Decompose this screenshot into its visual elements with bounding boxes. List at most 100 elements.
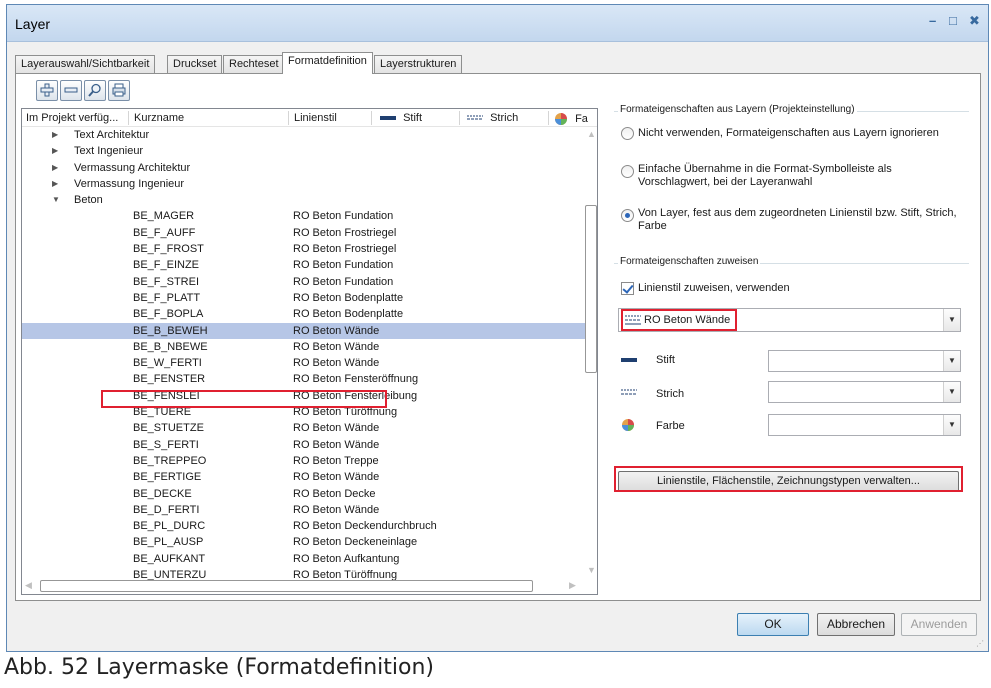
col-im-projekt[interactable]: Im Projekt verfüg... [26,112,118,124]
layer-row[interactable]: BE_MAGER RO Beton Fundation [22,208,597,224]
vertical-scrollbar[interactable]: ▲ ▼ [584,127,597,577]
layer-row[interactable]: BE_F_PLATT RO Beton Bodenplatte [22,290,597,306]
scroll-left-icon[interactable]: ◀ [25,580,32,591]
layer-linienstil: RO Beton Deckendurchbruch [293,520,437,533]
resize-grip-icon[interactable]: ⋰ [976,639,984,648]
layer-row[interactable]: BE_STUETZE RO Beton Wände [22,420,597,436]
layer-row[interactable]: BE_FERTIGE RO Beton Wände [22,469,597,485]
radio-von-layer[interactable] [621,209,634,222]
tab-druckset[interactable]: Druckset [167,55,223,74]
layer-row[interactable]: BE_D_FERTI RO Beton Wände [22,502,597,518]
col-farbe[interactable]: Fa [554,112,588,126]
expand-arrow-icon[interactable]: ▶ [52,127,58,143]
scroll-right-icon[interactable]: ▶ [569,580,576,591]
tab-formatdefinition[interactable]: Formatdefinition [282,52,373,74]
radio-von-layer-label: Von Layer, fest aus dem zugeordneten Lin… [638,207,957,232]
vertical-scroll-thumb[interactable] [585,205,597,373]
dialog-title: Layer [15,16,51,32]
horizontal-scroll-thumb[interactable] [40,580,533,592]
layer-row[interactable]: BE_B_BEWEH RO Beton Wände [22,322,597,339]
farbe-select[interactable]: ▼ [768,414,961,436]
tab-layerauswahl[interactable]: Layerauswahl/Sichtbarkeit [15,55,156,74]
group-label: Text Architektur [74,129,150,141]
group-label: Beton [74,194,103,207]
layer-row[interactable]: BE_S_FERTI RO Beton Wände [22,437,597,453]
layer-row[interactable]: BE_F_EINZE RO Beton Fundation [22,257,597,273]
print-button[interactable] [108,80,130,101]
layer-kurzname: BE_F_AUFF [133,226,196,239]
group-row[interactable]: ▶ Text Ingenieur [22,143,597,159]
printer-icon [112,83,126,97]
linienstil-checkbox[interactable] [621,282,634,295]
tab-layerstrukturen[interactable]: Layerstrukturen [374,55,463,74]
layer-row[interactable]: BE_TUERE RO Beton Türöffnung [22,404,597,420]
minimize-button[interactable]: – [929,14,936,28]
col-stift[interactable]: Stift [380,112,422,124]
search-button[interactable] [84,80,106,101]
radio-einfache-uebernahme-label: Einfache Übernahme in die Format-Symboll… [638,163,892,188]
layer-row[interactable]: BE_F_BOPLA RO Beton Bodenplatte [22,306,597,322]
strich-select[interactable]: ▼ [768,381,961,403]
stift-label: Stift [656,354,675,366]
layer-kurzname: BE_F_STREI [133,275,200,288]
expand-arrow-icon[interactable]: ▶ [52,160,58,176]
col-strich[interactable]: Strich [467,112,518,124]
chevron-down-icon[interactable]: ▼ [943,382,960,402]
radio-nicht-verwenden[interactable] [621,127,634,140]
layer-row[interactable]: BE_FENSTER RO Beton Fensteröffnung [22,371,597,387]
layer-row[interactable]: BE_W_FERTI RO Beton Wände [22,355,597,371]
manage-styles-button[interactable]: Linienstile, Flächenstile, Zeichnungstyp… [618,471,959,492]
radio-einfache-uebernahme[interactable] [621,165,634,178]
title-bar: Layer – □ ✖ [7,5,988,42]
cancel-button[interactable]: Abbrechen [817,613,895,636]
remove-layer-button[interactable] [60,80,82,101]
scroll-up-icon[interactable]: ▲ [587,129,596,139]
expand-arrow-icon[interactable]: ▶ [52,176,58,192]
expand-arrow-icon[interactable]: ▶ [52,143,58,159]
group-row[interactable]: ▼ Beton [22,192,597,208]
maximize-button[interactable]: □ [949,14,957,28]
chevron-down-icon[interactable]: ▼ [943,415,960,435]
collapse-arrow-icon[interactable]: ▼ [52,192,60,208]
chevron-down-icon[interactable]: ▼ [943,309,960,331]
col-separator [459,111,460,125]
ok-button[interactable]: OK [737,613,809,636]
pen-thickness-icon [621,358,637,362]
layer-linienstil: RO Beton Fensteröffnung [293,373,419,386]
tab-rechteset[interactable]: Rechteset [223,55,285,74]
layer-row[interactable]: BE_PL_DURC RO Beton Deckendurchbruch [22,518,597,534]
layer-row[interactable]: BE_F_STREI RO Beton Fundation [22,274,597,290]
col-linienstil[interactable]: Linienstil [294,112,337,124]
layer-kurzname: BE_FERTIGE [133,471,202,484]
layer-linienstil: RO Beton Wände [293,422,380,435]
layer-row[interactable]: BE_FENSLEI RO Beton Fensterleibung [22,388,597,404]
col-stift-label: Stift [403,112,423,124]
add-layer-button[interactable] [36,80,58,101]
layer-linienstil: RO Beton Türöffnung [293,406,398,419]
layer-row[interactable]: BE_F_FROST RO Beton Frostriegel [22,241,597,257]
layer-row[interactable]: BE_AUFKANT RO Beton Aufkantung [22,551,597,567]
chevron-down-icon[interactable]: ▼ [943,351,960,371]
layer-kurzname: BE_DECKE [133,487,192,500]
stift-select[interactable]: ▼ [768,350,961,372]
pen-thickness-icon [380,116,396,121]
layer-linienstil: RO Beton Fundation [293,210,394,223]
layer-row[interactable]: BE_B_NBEWE RO Beton Wände [22,339,597,355]
plus-icon [40,83,54,97]
layer-row[interactable]: BE_F_AUFF RO Beton Frostriegel [22,225,597,241]
group-row[interactable]: ▶ Vermassung Architektur [22,160,597,176]
layer-kurzname: BE_F_PLATT [133,291,201,304]
close-button[interactable]: ✖ [969,14,980,28]
layer-row[interactable]: BE_PL_AUSP RO Beton Deckeneinlage [22,534,597,550]
scroll-down-icon[interactable]: ▼ [587,565,596,575]
list-header: Im Projekt verfüg... Kurzname Linienstil… [22,109,597,127]
col-kurzname[interactable]: Kurzname [134,112,184,124]
group-row[interactable]: ▶ Vermassung Ingenieur [22,176,597,192]
linestyle-select[interactable]: RO Beton Wände ▼ [618,308,961,332]
layer-row[interactable]: BE_DECKE RO Beton Decke [22,486,597,502]
group-row[interactable]: ▶ Text Architektur [22,127,597,143]
layer-row[interactable]: BE_TREPPEO RO Beton Treppe [22,453,597,469]
horizontal-scrollbar[interactable]: ◀ ▶ [22,578,582,594]
layer-linienstil: RO Beton Wände [293,503,380,516]
apply-button[interactable]: Anwenden [901,613,977,636]
